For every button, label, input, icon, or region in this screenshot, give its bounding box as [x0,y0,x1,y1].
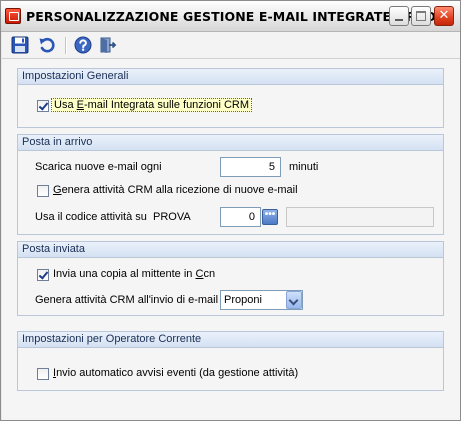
ellipsis-icon: ••• [264,209,276,220]
use-integrated-email-checkbox[interactable] [37,100,49,112]
activity-code-field[interactable]: 0 [220,207,261,227]
download-interval-field[interactable]: 5 [220,157,281,177]
minimize-button[interactable] [389,6,409,26]
generate-activity-on-receive-checkbox[interactable] [37,185,49,197]
window-title: PERSONALIZZAZIONE GESTIONE E-MAIL INTEGR… [26,9,451,24]
send-copy-ccn-label[interactable]: Invia una copia al mittente in Ccn [53,268,215,280]
close-button[interactable]: ✕ [434,6,454,26]
group-incoming-mail: Posta in arrivo Scarica nuove e-mail ogn… [17,134,444,235]
download-interval-unit: minuti [289,161,319,173]
activity-code-label: Usa il codice attività su PROVA [35,211,191,223]
group-operator-settings: Impostazioni per Operatore Corrente Invi… [17,331,444,391]
use-integrated-email-label[interactable]: Usa E-mail Integrata sulle funzioni CRM [51,98,253,112]
send-copy-ccn-checkbox[interactable] [37,269,49,281]
selected-value: Proponi [224,294,262,306]
toolbar-separator [65,37,67,54]
dialog-content: Impostazioni Generali Usa E-mail Integra… [2,59,460,420]
title-bar[interactable]: PERSONALIZZAZIONE GESTIONE E-MAIL INTEGR… [1,1,460,32]
activity-code-target: PROVA [153,211,191,223]
app-icon [5,8,21,24]
group-header: Posta inviata [18,242,443,258]
group-header: Posta in arrivo [18,135,443,151]
exit-icon[interactable] [99,36,117,54]
help-icon[interactable] [74,36,92,54]
group-general-settings: Impostazioni Generali Usa E-mail Integra… [17,68,444,128]
activity-code-lookup-button[interactable]: ••• [262,209,278,225]
group-header: Impostazioni Generali [18,69,443,85]
toolbar [2,32,460,59]
chevron-down-icon[interactable] [286,291,302,309]
download-interval-label: Scarica nuove e-mail ogni [35,161,162,173]
generate-activity-on-receive-label[interactable]: Genera attività CRM alla ricezione di nu… [53,184,298,196]
activity-code-description-field [286,207,434,227]
group-header: Impostazioni per Operatore Corrente [18,332,443,348]
group-outgoing-mail: Posta inviata Invia una copia al mittent… [17,241,444,316]
generate-activity-on-send-label: Genera attività CRM all'invio di e-mail [35,294,219,306]
dialog-window: PERSONALIZZAZIONE GESTIONE E-MAIL INTEGR… [0,0,461,421]
save-icon[interactable] [11,36,29,54]
auto-event-notice-label[interactable]: Invio automatico avvisi eventi (da gesti… [53,367,298,379]
undo-icon[interactable] [38,36,56,54]
close-icon: ✕ [438,8,450,23]
auto-event-notice-checkbox[interactable] [37,368,49,380]
generate-activity-on-send-select[interactable]: Proponi [220,290,303,310]
maximize-button[interactable] [411,6,431,26]
